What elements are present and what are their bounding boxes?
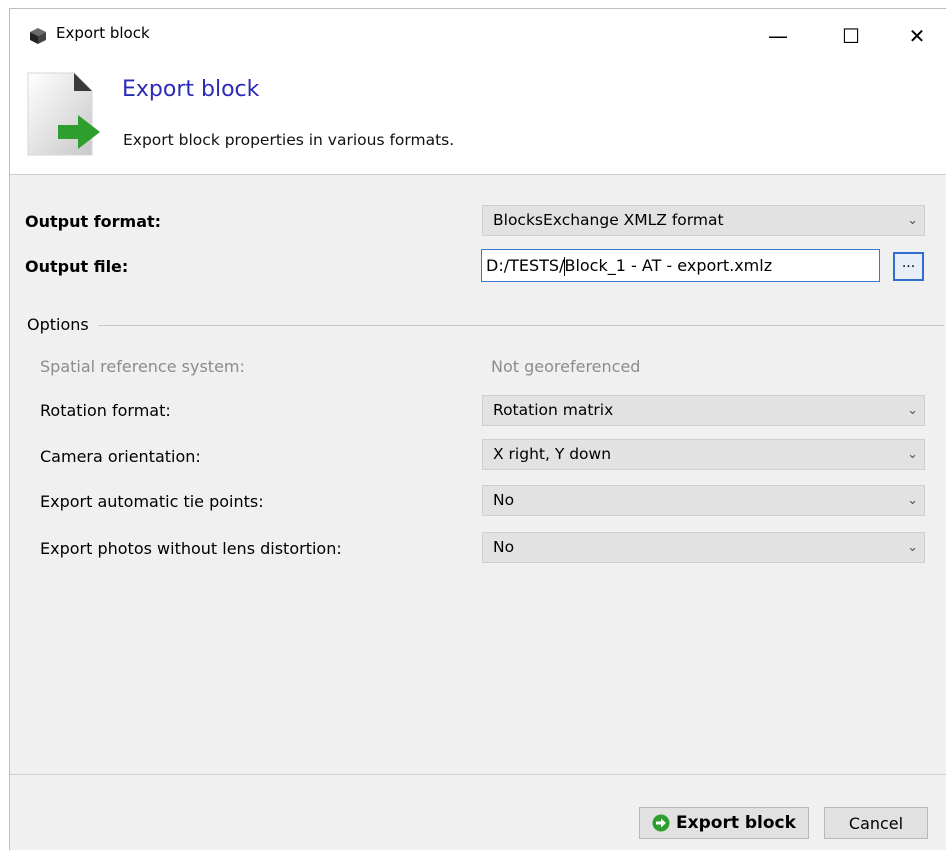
cancel-button[interactable]: Cancel bbox=[824, 807, 928, 839]
camera-orientation-value: X right, Y down bbox=[493, 445, 612, 463]
chevron-down-icon: ⌄ bbox=[907, 403, 918, 418]
header-title: Export block bbox=[122, 77, 260, 102]
export-tie-points-select[interactable]: No ⌄ bbox=[482, 485, 925, 516]
output-file-label: Output file: bbox=[25, 257, 129, 276]
minimize-button[interactable]: — bbox=[755, 15, 801, 57]
header-subtitle: Export block properties in various forma… bbox=[123, 131, 455, 149]
chevron-down-icon: ⌄ bbox=[907, 540, 918, 555]
output-file-path-start: D:/TESTS/ bbox=[486, 256, 565, 275]
output-format-value: BlocksExchange XMLZ format bbox=[493, 211, 724, 229]
camera-orientation-select[interactable]: X right, Y down ⌄ bbox=[482, 439, 925, 470]
output-format-label: Output format: bbox=[25, 212, 162, 231]
options-divider bbox=[98, 325, 944, 326]
chevron-down-icon: ⌄ bbox=[907, 213, 918, 228]
export-tie-points-label: Export automatic tie points: bbox=[40, 492, 264, 511]
chevron-down-icon: ⌄ bbox=[907, 447, 918, 462]
close-button[interactable]: ✕ bbox=[894, 15, 940, 57]
output-format-select[interactable]: BlocksExchange XMLZ format ⌄ bbox=[482, 205, 925, 236]
rotation-format-label: Rotation format: bbox=[40, 401, 171, 420]
export-block-button-label: Export block bbox=[676, 813, 796, 833]
export-tie-points-value: No bbox=[493, 491, 515, 509]
go-arrow-icon bbox=[652, 814, 670, 832]
window-title: Export block bbox=[56, 24, 150, 42]
rotation-format-select[interactable]: Rotation matrix ⌄ bbox=[482, 395, 925, 426]
maximize-button[interactable]: ☐ bbox=[828, 15, 874, 57]
title-bar: Export block — ☐ ✕ bbox=[10, 9, 946, 59]
spatial-reference-label: Spatial reference system: bbox=[40, 357, 245, 376]
output-file-input[interactable]: D:/TESTS/Block_1 - AT - export.xmlz bbox=[481, 249, 880, 282]
export-document-icon bbox=[27, 72, 100, 156]
footer-divider bbox=[10, 774, 946, 775]
export-photos-label: Export photos without lens distortion: bbox=[40, 539, 342, 558]
export-photos-select[interactable]: No ⌄ bbox=[482, 532, 925, 563]
export-block-button[interactable]: Export block bbox=[639, 807, 809, 839]
dialog-header: Export block Export block properties in … bbox=[10, 59, 946, 175]
spatial-reference-value: Not georeferenced bbox=[491, 357, 641, 376]
app-cube-icon bbox=[30, 28, 46, 44]
rotation-format-value: Rotation matrix bbox=[493, 401, 614, 419]
options-group-label: Options bbox=[27, 315, 89, 334]
chevron-down-icon: ⌄ bbox=[907, 493, 918, 508]
export-photos-value: No bbox=[493, 538, 515, 556]
export-block-dialog: Export block — ☐ ✕ Export block Export b… bbox=[9, 8, 946, 850]
camera-orientation-label: Camera orientation: bbox=[40, 447, 201, 466]
browse-button[interactable]: ... bbox=[893, 252, 924, 281]
output-file-path-end: Block_1 - AT - export.xmlz bbox=[564, 256, 773, 275]
